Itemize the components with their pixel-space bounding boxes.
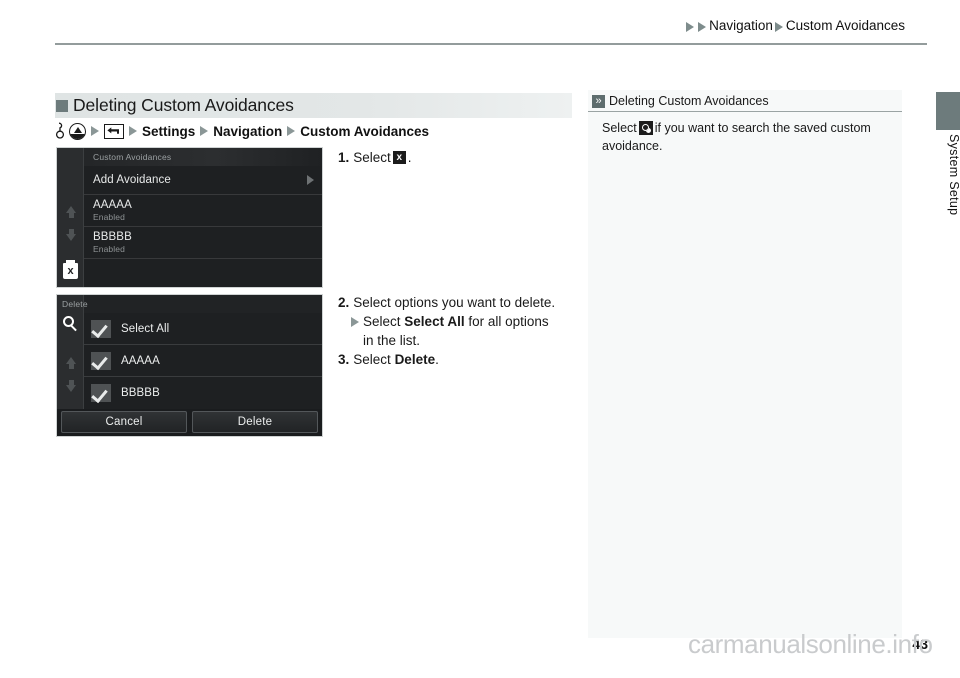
list-item-label: BBBBB (93, 231, 132, 243)
checkmark-icon[interactable] (91, 384, 111, 402)
header-divider (55, 43, 927, 45)
chevron-right-icon (307, 175, 314, 185)
chevron-right-icon (774, 21, 783, 32)
step-3-text-after: . (435, 352, 439, 368)
steps-2-3: 2. Select options you want to delete. Se… (338, 293, 583, 370)
section-tab-marker (936, 92, 960, 130)
delete-button[interactable]: Delete (192, 411, 318, 433)
menu-path: Settings Navigation Custom Avoidances (55, 122, 429, 140)
checkmark-icon[interactable] (91, 351, 111, 370)
chevron-right-icon (129, 126, 137, 136)
checkbox-label: Select All (121, 322, 170, 335)
screenshot-delete-dialog: Select All AAAAA BBBBB Delete Cancel Del… (56, 294, 323, 437)
chevron-right-icon (200, 126, 209, 136)
trash-delete-icon (392, 151, 406, 164)
path-item-navigation: Navigation (213, 123, 283, 139)
chevron-right-icon (91, 126, 99, 136)
page-title: Deleting Custom Avoidances (73, 95, 294, 115)
screenshot-custom-avoidances: Custom Avoidances Add Avoidance AAAAA En… (56, 147, 323, 288)
breadcrumb: Navigation Custom Avoidances (685, 18, 905, 33)
list-item[interactable]: AAAAA Enabled (84, 195, 322, 227)
scroll-up-icon[interactable] (66, 206, 76, 218)
step-3-text: Select Delete. (353, 350, 439, 369)
watermark: carmanualsonline.info (688, 629, 933, 659)
checkbox-row[interactable]: BBBBB (84, 377, 322, 409)
back-icon (104, 123, 124, 139)
list-item[interactable]: Add Avoidance (84, 166, 322, 195)
step-2-sub-before: Select (363, 314, 401, 330)
screenshot1-title: Custom Avoidances (84, 148, 322, 166)
square-bullet-icon (56, 99, 68, 112)
screenshot2-button-bar: Cancel Delete (57, 409, 322, 436)
note-body: Select if you want to search the saved cu… (588, 112, 902, 155)
step-1-number: 1. (338, 150, 350, 165)
cancel-button[interactable]: Cancel (61, 411, 187, 433)
checkbox-label: AAAAA (121, 354, 160, 367)
list-item-label: AAAAA (93, 199, 132, 211)
finger-hook-icon (55, 122, 66, 140)
scroll-down-icon[interactable] (66, 229, 76, 241)
note-title: Deleting Custom Avoidances (609, 94, 769, 108)
step-2-substep: Select Select All for all options (363, 312, 549, 331)
section-tab-label: System Setup (947, 134, 960, 216)
trash-delete-icon[interactable] (63, 260, 78, 279)
screenshot2-title: Delete (62, 299, 88, 309)
step-2-number: 2. (338, 295, 350, 310)
checkbox-row-select-all[interactable]: Select All (84, 313, 322, 345)
scroll-down-icon[interactable] (66, 380, 76, 392)
list-item[interactable]: BBBBB Enabled (84, 227, 322, 259)
home-icon (69, 122, 86, 140)
screenshot1-side-rail (57, 148, 84, 287)
double-chevron-icon (592, 94, 605, 108)
step-3-bold: Delete (394, 352, 436, 368)
step-1-text-after: . (407, 150, 412, 165)
breadcrumb-item-custom-avoidances: Custom Avoidances (785, 18, 905, 33)
manual-page: Navigation Custom Avoidances System Setu… (0, 0, 960, 678)
search-icon (638, 121, 653, 135)
list-empty-row (84, 259, 322, 287)
path-item-settings: Settings (142, 123, 196, 139)
note-text-before: Select (602, 121, 637, 135)
checkmark-icon[interactable] (91, 319, 111, 338)
step-1-text-before: Select (353, 150, 391, 165)
step-1-text: Select. (353, 148, 411, 167)
note-panel: Deleting Custom Avoidances Selectif you … (588, 90, 902, 638)
step-2-sub-bold: Select All (404, 314, 465, 330)
checkbox-label: BBBBB (121, 387, 160, 399)
step-3-text-before: Select (353, 352, 391, 368)
screenshot1-body: Custom Avoidances Add Avoidance AAAAA En… (84, 148, 322, 287)
step-2-substep-line2: in the list. (363, 333, 421, 349)
checkbox-row[interactable]: AAAAA (84, 345, 322, 377)
path-item-custom-avoidances: Custom Avoidances (300, 123, 430, 139)
step-1: 1. Select. (338, 148, 578, 167)
search-icon[interactable] (63, 316, 74, 327)
step-2-sub-after: for all options (468, 314, 549, 330)
screenshot2-title-bg (84, 295, 322, 313)
chevron-right-icon (287, 126, 296, 136)
note-header: Deleting Custom Avoidances (588, 90, 902, 112)
step-3-number: 3. (338, 352, 350, 368)
list-item-label: Add Avoidance (93, 174, 171, 186)
chevron-right-icon (698, 21, 707, 32)
breadcrumb-item-navigation: Navigation (709, 18, 773, 33)
chevron-right-icon (686, 21, 695, 32)
step-2-text: Select options you want to delete. (353, 295, 556, 310)
section-heading: Deleting Custom Avoidances (55, 93, 572, 118)
scroll-up-icon[interactable] (66, 357, 76, 369)
chevron-right-icon (351, 317, 359, 328)
list-item-status: Enabled (93, 212, 125, 222)
list-item-status: Enabled (93, 244, 125, 254)
